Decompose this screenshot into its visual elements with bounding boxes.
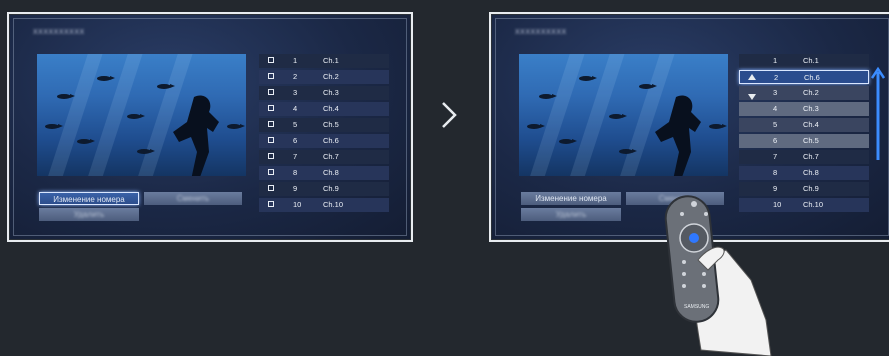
checkbox-icon[interactable] [268, 57, 274, 63]
change-number-button[interactable]: Изменение номера [39, 192, 139, 205]
tv-screen-before: XXXXXXXXXX Изменение номера Сменить Удал… [7, 12, 413, 242]
channel-row[interactable]: 1 Ch.1 [259, 54, 389, 68]
channel-row[interactable]: 10 Ch.10 [259, 198, 389, 212]
up-arrow-icon [871, 66, 885, 160]
checkbox-icon[interactable] [268, 153, 274, 159]
remote-brand: SAMSUNG [684, 304, 709, 310]
checkbox-icon[interactable] [268, 201, 274, 207]
channel-row[interactable]: 2 Ch.2 [259, 70, 389, 84]
channel-row[interactable]: 7 Ch.7 [739, 150, 869, 164]
secondary-button-2[interactable]: Удалить [39, 208, 139, 221]
channel-row[interactable]: 5 Ch.4 [739, 118, 869, 132]
channel-row[interactable]: 7 Ch.7 [259, 150, 389, 164]
channel-row[interactable]: 6 Ch.6 [259, 134, 389, 148]
checkbox-icon[interactable] [268, 121, 274, 127]
channel-row[interactable]: 3 Ch.2 [739, 86, 869, 100]
secondary-button-1[interactable]: Сменить [144, 192, 242, 205]
diver-silhouette [655, 95, 701, 176]
video-preview [37, 54, 246, 176]
channel-row[interactable]: 3 Ch.3 [259, 86, 389, 100]
channel-row[interactable]: 1 Ch.1 [739, 54, 869, 68]
remote-control-in-hand: SAMSUNG [664, 195, 772, 356]
channel-list: 1 Ch.1 2 Ch.2 3 Ch.3 4 Ch.4 5 Ch.5 6 Ch.6 7 Ch.… [259, 54, 389, 214]
screen-header: XXXXXXXXXX [515, 29, 567, 36]
checkbox-icon[interactable] [268, 169, 274, 175]
change-number-button[interactable]: Изменение номера [521, 192, 621, 205]
channel-row[interactable]: 6 Ch.5 [739, 134, 869, 148]
chevron-right-icon [442, 102, 457, 128]
checkbox-icon[interactable] [268, 185, 274, 191]
checkbox-icon[interactable] [268, 73, 274, 79]
channel-row[interactable]: 4 Ch.3 [739, 102, 869, 116]
checkbox-icon[interactable] [268, 89, 274, 95]
diver-silhouette [173, 95, 219, 176]
channel-row[interactable]: 9 Ch.9 [259, 182, 389, 196]
channel-row[interactable]: 4 Ch.4 [259, 102, 389, 116]
checkbox-icon[interactable] [268, 137, 274, 143]
screen-header: XXXXXXXXXX [33, 29, 85, 36]
video-preview [519, 54, 728, 176]
checkbox-icon[interactable] [268, 105, 274, 111]
channel-row[interactable]: 8 Ch.8 [259, 166, 389, 180]
secondary-button-2[interactable]: Удалить [521, 208, 621, 221]
channel-row-selected[interactable]: 2 Ch.6 [739, 70, 869, 84]
channel-row[interactable]: 5 Ch.5 [259, 118, 389, 132]
up-down-arrow-icon [748, 74, 756, 100]
channel-row[interactable]: 8 Ch.8 [739, 166, 869, 180]
